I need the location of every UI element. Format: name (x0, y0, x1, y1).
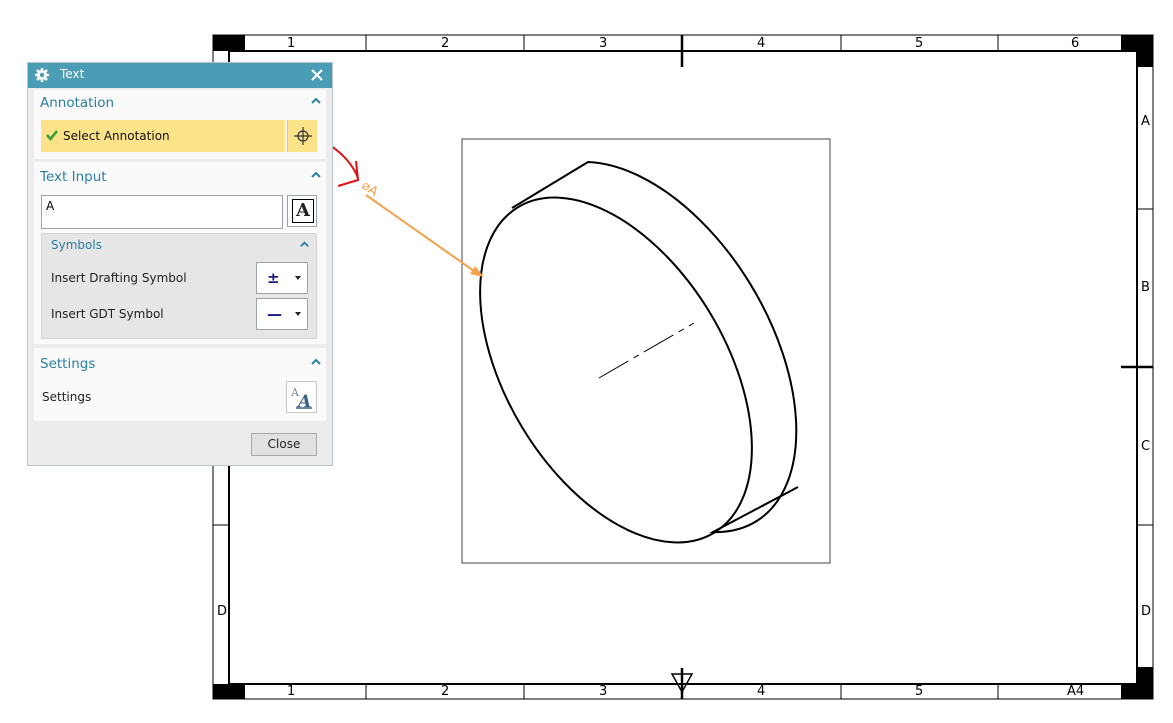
zone-label-right: A (1141, 114, 1150, 129)
dropdown-caret-icon (295, 276, 301, 280)
close-icon[interactable] (308, 66, 326, 84)
zone-label-top: 5 (915, 36, 924, 51)
sheet-inner-border (228, 50, 1138, 685)
gdt-symbol-dropdown[interactable]: — (256, 298, 308, 330)
annotation-section-header[interactable]: Annotation (34, 91, 326, 113)
zone-label-bottom: 3 (599, 684, 608, 699)
zone-label-left: D (217, 604, 228, 619)
crosshair-icon (294, 127, 312, 145)
text-dialog: Text Annotation Select Annotation Text I… (27, 62, 333, 466)
zone-label-top: 2 (441, 36, 450, 51)
dialog-title: Text (60, 67, 85, 81)
svg-text:A: A (296, 392, 311, 412)
leader-line[interactable] (365, 194, 475, 272)
zone-label-bottom: 5 (915, 684, 924, 699)
corner-block (213, 35, 245, 51)
zone-label-top: 1 (287, 36, 296, 51)
font-a-icon: A (292, 199, 314, 223)
zone-label-bottom: 4 (757, 684, 766, 699)
corner-block (1137, 35, 1153, 67)
symbols-subsection: Symbols Insert Drafting Symbol ± Insert … (41, 233, 317, 339)
chevron-up-icon[interactable] (310, 356, 322, 368)
corner-block (1137, 667, 1153, 699)
zone-label-top: 3 (599, 36, 608, 51)
plus-minus-icon: ± (267, 269, 280, 287)
drafting-symbol-dropdown[interactable]: ± (256, 262, 308, 294)
select-annotation-label: Select Annotation (63, 129, 170, 143)
symbols-subsection-label[interactable]: Symbols (51, 238, 102, 252)
settings-row-label: Settings (42, 390, 92, 404)
sheet-outer-border (212, 34, 1154, 700)
settings-section-label: Settings (40, 356, 96, 372)
cylinder-view[interactable] (424, 150, 808, 589)
text-settings-icon: A A (290, 386, 312, 412)
corner-block (213, 684, 245, 699)
dropdown-caret-icon (295, 312, 301, 316)
drafting-symbol-label: Insert Drafting Symbol (51, 271, 187, 285)
zone-label-bottom: A4 (1067, 684, 1085, 699)
checkmark-icon (46, 130, 59, 142)
zone-label-bottom: 2 (441, 684, 450, 699)
settings-button[interactable]: A A (286, 381, 317, 413)
annotation-section-label: Annotation (40, 95, 115, 111)
settings-section-header[interactable]: Settings (34, 352, 326, 374)
annotation-text-field[interactable]: A (41, 195, 283, 229)
zone-label-top: 4 (757, 36, 766, 51)
text-input-section-header[interactable]: Text Input (34, 165, 326, 187)
dialog-titlebar[interactable]: Text (28, 63, 332, 88)
zone-label-bottom: 1 (287, 684, 296, 699)
chevron-up-icon[interactable] (310, 169, 322, 181)
zone-label-right: B (1141, 280, 1150, 295)
straightness-icon: — (267, 305, 282, 323)
zone-label-right: D (1141, 604, 1152, 619)
point-select-button[interactable] (287, 120, 317, 152)
chevron-up-icon[interactable] (299, 239, 310, 250)
centerline (598, 322, 695, 379)
gear-icon (35, 68, 49, 82)
select-annotation-row[interactable]: Select Annotation (41, 120, 285, 152)
zone-label-right: C (1141, 439, 1151, 454)
close-button[interactable]: Close (251, 433, 317, 456)
chevron-up-icon[interactable] (310, 95, 322, 107)
text-input-section-label: Text Input (40, 169, 107, 185)
text-style-button[interactable]: A (287, 195, 317, 227)
zone-label-top: 6 (1071, 36, 1080, 51)
gdt-symbol-label: Insert GDT Symbol (51, 307, 164, 321)
